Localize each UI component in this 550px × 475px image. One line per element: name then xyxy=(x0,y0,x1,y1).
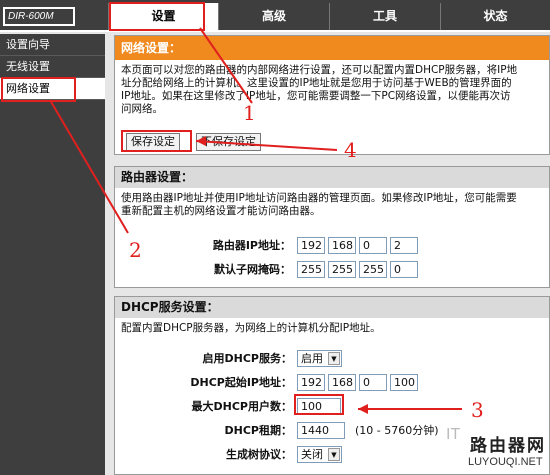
annotation-arrows xyxy=(49,27,462,414)
watermark-site-url: LUYOUQI.NET xyxy=(468,456,543,468)
annotation-number-1: 1 xyxy=(243,101,256,125)
annotation-number-2: 2 xyxy=(129,238,142,262)
annotation-number-4: 4 xyxy=(344,138,357,162)
annotation-number-3: 3 xyxy=(471,398,484,422)
watermark-it: IT xyxy=(446,426,461,443)
watermark-site-name: 路由器网 xyxy=(470,436,546,456)
